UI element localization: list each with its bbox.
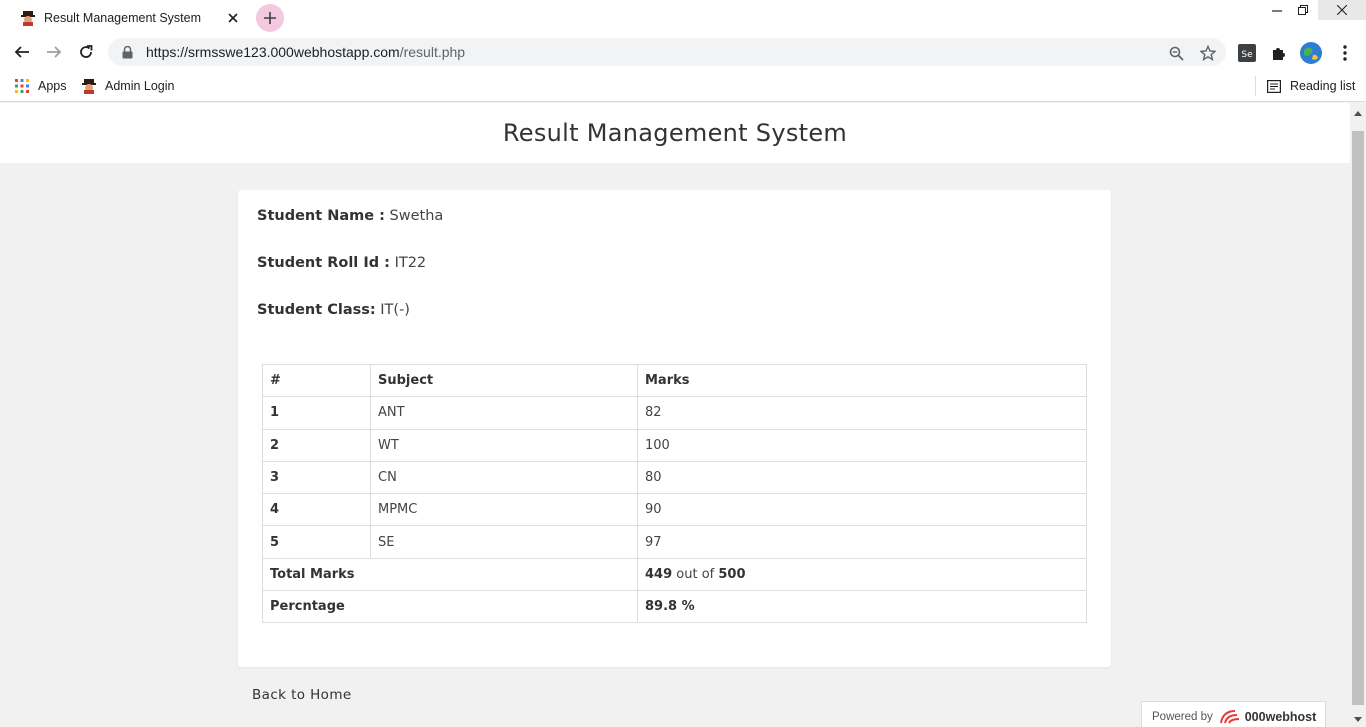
row-index: 1 — [262, 396, 371, 430]
forward-arrow-icon[interactable] — [40, 38, 68, 66]
site-favicon-icon — [20, 10, 36, 26]
student-class-label: Student Class: — [257, 302, 376, 318]
table-row: 5 SE 97 — [262, 525, 1087, 559]
percentage-value: 89.8 % — [637, 590, 1087, 624]
subject-cell: ANT — [370, 396, 638, 430]
zoom-icon[interactable] — [1167, 44, 1185, 62]
marks-cell: 80 — [637, 460, 1087, 495]
scroll-down-arrow-icon[interactable] — [1354, 715, 1362, 723]
result-card: Student Name : Swetha Student Roll Id : … — [238, 190, 1111, 667]
webhost-logo-icon — [1219, 709, 1241, 725]
lock-icon — [122, 45, 136, 59]
subject-cell: SE — [370, 525, 638, 559]
apps-grid-icon — [14, 78, 30, 94]
table-row: 2 WT 100 — [262, 428, 1087, 462]
reading-list-label: Reading list — [1290, 79, 1356, 93]
new-tab-button[interactable] — [256, 4, 284, 32]
tab-strip: Result Management System — [0, 0, 1366, 34]
url-host: https://srmsswe123.000webhostapp.com — [146, 44, 400, 60]
bookmark-apps[interactable]: Apps — [14, 76, 67, 96]
subject-cell: CN — [370, 460, 638, 495]
browser-menu-icon[interactable] — [1334, 42, 1356, 64]
bookmarks-bar: Apps Admin Login Reading list — [0, 70, 1366, 102]
reading-list-button[interactable]: Reading list — [1266, 76, 1355, 96]
table-header-row: # Subject Marks — [262, 363, 1087, 398]
marks-cell: 82 — [637, 396, 1087, 430]
percentage-label: Percntage — [262, 590, 638, 624]
student-name-value: Swetha — [389, 208, 444, 224]
student-name-row: Student Name : Swetha — [257, 208, 443, 224]
back-to-home-link[interactable]: Back to Home — [252, 687, 352, 703]
total-out-of: out of — [672, 566, 719, 582]
column-header: # — [262, 363, 371, 398]
page-scrollbar[interactable] — [1350, 103, 1366, 727]
svg-text:Se: Se — [1241, 50, 1253, 60]
page-content: Result Management System Student Name : … — [0, 103, 1350, 727]
row-index: 3 — [262, 460, 371, 495]
student-roll-label: Student Roll Id : — [257, 255, 390, 271]
bookmark-admin-login-label: Admin Login — [105, 79, 175, 93]
table-row: 1 ANT 82 — [262, 396, 1087, 430]
results-table: # Subject Marks 1 ANT 82 2 WT 100 3 CN 8… — [262, 363, 1087, 624]
subject-cell: MPMC — [370, 493, 638, 527]
reload-icon[interactable] — [72, 38, 100, 66]
powered-by-brand: 000webhost — [1244, 709, 1317, 724]
row-index: 5 — [262, 525, 371, 559]
reading-list-icon — [1266, 78, 1282, 94]
extensions-puzzle-icon[interactable] — [1268, 42, 1290, 64]
student-class-row: Student Class: IT(-) — [257, 302, 410, 318]
row-index: 2 — [262, 428, 371, 462]
address-bar[interactable]: https://srmsswe123.000webhostapp.com/res… — [108, 38, 1226, 66]
marks-cell: 90 — [637, 493, 1087, 527]
site-header: Result Management System — [0, 103, 1350, 163]
admin-login-favicon-icon — [81, 78, 97, 94]
bookmark-apps-label: Apps — [38, 79, 67, 93]
table-row: 3 CN 80 — [262, 460, 1087, 495]
student-name-label: Student Name : — [257, 208, 385, 224]
marks-cell: 100 — [637, 428, 1087, 462]
subject-cell: WT — [370, 428, 638, 462]
url-text: https://srmsswe123.000webhostapp.com/res… — [146, 44, 465, 60]
selenium-extension-icon[interactable]: Se — [1236, 42, 1258, 64]
total-marks-label: Total Marks — [262, 557, 638, 592]
tab-close-icon[interactable] — [224, 9, 242, 27]
percentage-row: Percntage 89.8 % — [262, 590, 1087, 624]
scrollbar-thumb[interactable] — [1352, 131, 1364, 705]
student-roll-value: IT22 — [394, 255, 427, 271]
marks-cell: 97 — [637, 525, 1087, 559]
total-marks-row: Total Marks 449 out of 500 — [262, 557, 1087, 592]
profile-avatar-icon[interactable] — [1300, 42, 1322, 64]
bookmark-admin-login[interactable]: Admin Login — [81, 76, 175, 96]
browser-tab[interactable]: Result Management System — [8, 2, 248, 34]
student-roll-row: Student Roll Id : IT22 — [257, 255, 426, 271]
url-path: /result.php — [399, 44, 466, 60]
back-arrow-icon[interactable] — [8, 38, 36, 66]
table-row: 4 MPMC 90 — [262, 493, 1087, 527]
scroll-up-arrow-icon[interactable] — [1354, 109, 1362, 117]
powered-by-badge[interactable]: Powered by 000webhost — [1141, 701, 1326, 727]
column-header: Marks — [637, 363, 1087, 398]
total-marks-value: 449 out of 500 — [637, 557, 1087, 592]
window-close-button[interactable] — [1318, 0, 1366, 20]
powered-by-label: Powered by — [1152, 710, 1213, 723]
student-class-value: IT(-) — [380, 302, 410, 318]
bookmark-star-icon[interactable] — [1199, 44, 1217, 62]
row-index: 4 — [262, 493, 371, 527]
column-header: Subject — [370, 363, 638, 398]
total-obtained: 449 — [645, 566, 673, 582]
browser-toolbar: https://srmsswe123.000webhostapp.com/res… — [0, 34, 1366, 70]
bookmarks-divider — [1255, 76, 1256, 96]
total-max: 500 — [718, 566, 746, 582]
page-title: Result Management System — [502, 119, 848, 147]
tab-title: Result Management System — [44, 11, 202, 25]
